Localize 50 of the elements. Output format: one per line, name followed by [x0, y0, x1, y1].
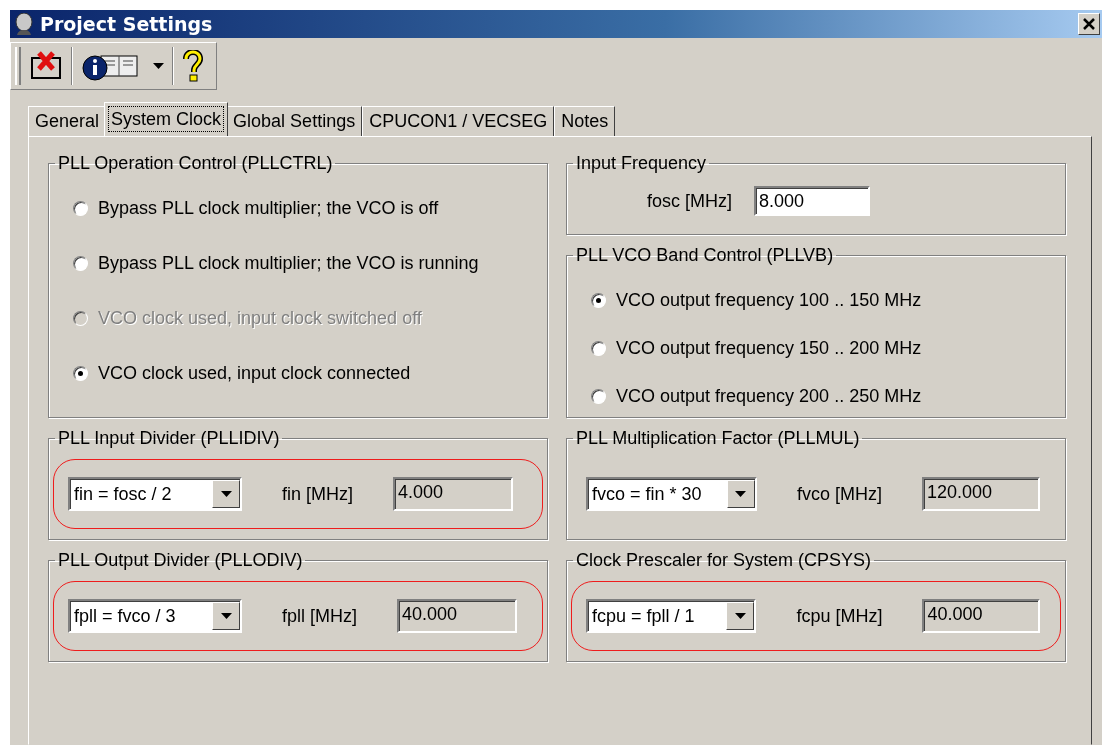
radio-button[interactable] — [591, 341, 606, 356]
group-title: PLL Output Divider (PLLODIV) — [57, 550, 304, 571]
caret-icon — [220, 491, 232, 497]
value-field: 4.000 — [393, 477, 513, 511]
field-label: fvco [MHz] — [797, 483, 882, 505]
dropdown-button[interactable] — [151, 61, 166, 71]
close-button[interactable] — [1078, 13, 1100, 35]
group-title: Input Frequency — [575, 153, 708, 174]
caret-icon — [220, 613, 232, 619]
group-title: PLL Input Divider (PLLIDIV) — [57, 428, 281, 449]
dropdown-field[interactable]: fvco = fin * 30 — [586, 477, 757, 511]
group-title: Clock Prescaler for System (CPSYS) — [575, 550, 873, 571]
field-label: fpll [MHz] — [282, 605, 357, 627]
group-title: PLL Operation Control (PLLCTRL) — [57, 153, 334, 174]
group-title: PLL Multiplication Factor (PLLMUL) — [575, 428, 861, 449]
tab[interactable]: General — [28, 106, 107, 136]
input-field[interactable]: 8.000 — [754, 186, 870, 216]
tab[interactable]: CPUCON1 / VECSEG — [362, 106, 555, 136]
tab[interactable]: Global Settings — [226, 106, 363, 136]
tab[interactable]: Notes — [554, 106, 616, 136]
dropdown-field[interactable]: fcpu = fpll / 1 — [586, 599, 757, 633]
radio-button[interactable] — [591, 389, 606, 404]
window-title: Project Settings — [40, 13, 213, 35]
caret-icon — [153, 63, 164, 69]
caret-icon — [734, 613, 746, 619]
value-field: 40.000 — [397, 599, 517, 633]
option-label: VCO clock used, input clock connected — [98, 363, 411, 384]
radio-button[interactable] — [73, 366, 88, 381]
value-field: 120.000 — [922, 477, 1040, 511]
dropdown-field[interactable]: fin = fosc / 2 — [68, 477, 242, 511]
group-title: PLL VCO Band Control (PLLVB) — [575, 245, 835, 266]
person-icon — [14, 13, 34, 35]
close-icon — [1083, 18, 1095, 30]
value-field: 40.000 — [922, 599, 1040, 633]
field-label: fcpu [MHz] — [796, 605, 883, 627]
radio-button[interactable] — [73, 201, 88, 216]
caret-icon — [735, 491, 747, 497]
help-button[interactable] — [180, 48, 206, 84]
radio-button[interactable] — [73, 256, 88, 271]
dropdown-field[interactable]: fpll = fvco / 3 — [68, 599, 242, 633]
option-label: VCO output frequency 100 .. 150 MHz — [616, 290, 922, 311]
field-label: fosc [MHz] — [647, 190, 732, 212]
option-label: VCO output frequency 200 .. 250 MHz — [616, 386, 922, 407]
field-label: fin [MHz] — [282, 483, 353, 505]
option-label: VCO clock used, input clock switched off — [98, 308, 422, 329]
option-label: VCO output frequency 150 .. 200 MHz — [616, 338, 922, 359]
option-label: Bypass PLL clock multiplier; the VCO is off — [98, 198, 439, 219]
radio-button[interactable] — [591, 293, 606, 308]
tab[interactable]: System Clock — [104, 102, 229, 136]
option-label: Bypass PLL clock multiplier; the VCO is running — [98, 253, 479, 274]
